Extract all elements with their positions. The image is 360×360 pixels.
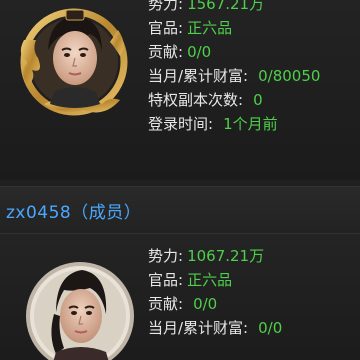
- stat-label: 当月/累计财富:: [148, 67, 249, 85]
- stat-wealth: 当月/累计财富: 0/80050: [148, 64, 320, 88]
- stat-privilege-dungeon: 特权副本次数: 0: [148, 88, 320, 112]
- member-stats: 势力: 1067.21万 官品: 正六品 贡献: 0/0 当月/累计财富: 0/0: [148, 244, 282, 340]
- stat-value: 0: [253, 91, 263, 109]
- member-header[interactable]: zx0458（成员）: [0, 186, 360, 234]
- top-card-stats: 势力: 1567.21万 官品: 正六品 贡献: 0/0 当月/累计财富: 0/8005…: [148, 0, 320, 136]
- stat-value: 0/80050: [258, 67, 321, 85]
- stat-rank: 官品: 正六品: [148, 16, 320, 40]
- stat-contribution: 贡献: 0/0: [148, 40, 320, 64]
- stat-wealth: 当月/累计财富: 0/0: [148, 316, 282, 340]
- stat-login-time: 登录时间: 1个月前: [148, 112, 320, 136]
- member-name[interactable]: zx0458（成员）: [6, 198, 141, 223]
- stat-value: 正六品: [187, 271, 233, 289]
- stat-label: 官品:: [148, 19, 184, 37]
- stat-label: 贡献:: [148, 295, 184, 313]
- stat-power: 势力: 1067.21万: [148, 244, 282, 268]
- stat-rank: 官品: 正六品: [148, 268, 282, 292]
- stat-value: 0/0: [187, 43, 212, 61]
- stat-label: 特权副本次数:: [148, 91, 244, 109]
- stat-label: 贡献:: [148, 43, 184, 61]
- silver-frame-avatar-icon[interactable]: [26, 258, 146, 360]
- stat-value: 0/0: [258, 319, 283, 337]
- stat-label: 官品:: [148, 271, 184, 289]
- stat-label: 势力:: [148, 0, 184, 13]
- stat-power: 势力: 1567.21万: [148, 0, 320, 16]
- stat-label: 登录时间:: [148, 115, 214, 133]
- stat-label: 势力:: [148, 247, 184, 265]
- stat-value: 1个月前: [223, 115, 278, 133]
- stat-contribution: 贡献: 0/0: [148, 292, 282, 316]
- stat-label: 当月/累计财富:: [148, 319, 249, 337]
- stat-value: 1067.21万: [187, 247, 265, 265]
- stat-value: 1567.21万: [187, 0, 265, 13]
- gold-dragon-frame-avatar-icon[interactable]: [14, 0, 134, 120]
- member-list-screen: 势力: 1567.21万 官品: 正六品 贡献: 0/0 当月/累计财富: 0/8005…: [0, 0, 360, 360]
- stat-value: 正六品: [187, 19, 233, 37]
- stat-value: 0/0: [193, 295, 218, 313]
